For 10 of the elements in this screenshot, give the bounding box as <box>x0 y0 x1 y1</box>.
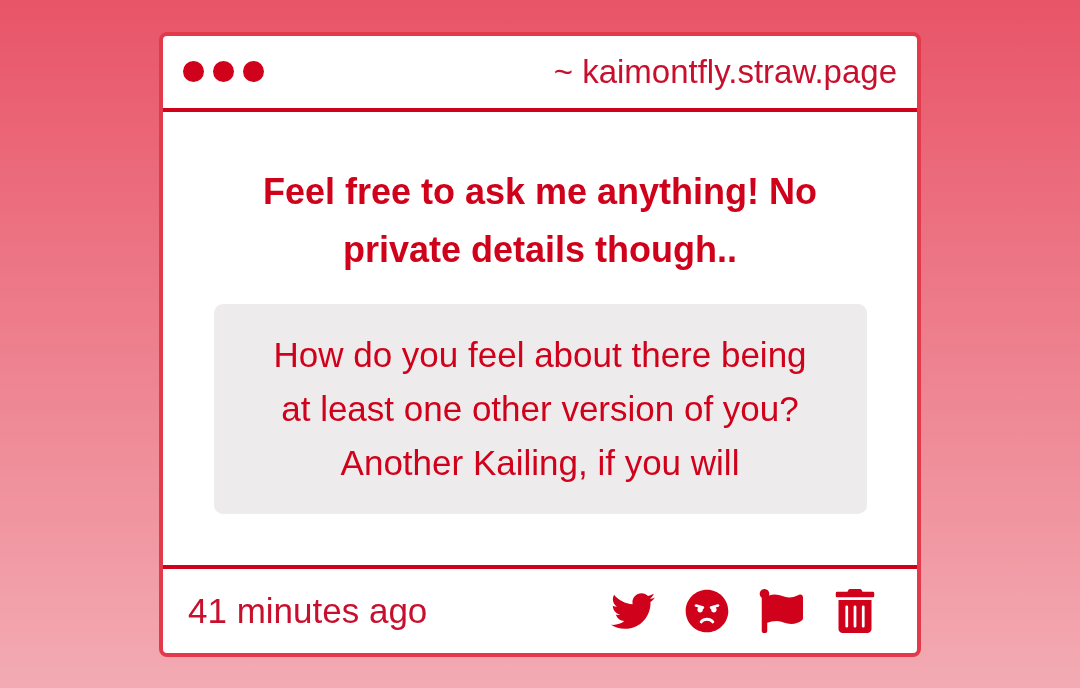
timestamp: 41 minutes ago <box>188 590 428 631</box>
window-dot-icon <box>213 61 234 82</box>
window-dot-icon <box>243 61 264 82</box>
trash-icon[interactable] <box>833 588 877 633</box>
angry-face-icon[interactable] <box>685 588 729 633</box>
page-url: ~ kaimontfly.straw.page <box>553 52 897 91</box>
flag-icon[interactable] <box>759 588 803 633</box>
prompt-heading: Feel free to ask me anything! No private details though.. <box>261 169 819 272</box>
question-text: How do you feel about there being at least one other version of you? Another Kailing, if you will <box>272 333 808 484</box>
window-dot-icon <box>183 61 204 82</box>
